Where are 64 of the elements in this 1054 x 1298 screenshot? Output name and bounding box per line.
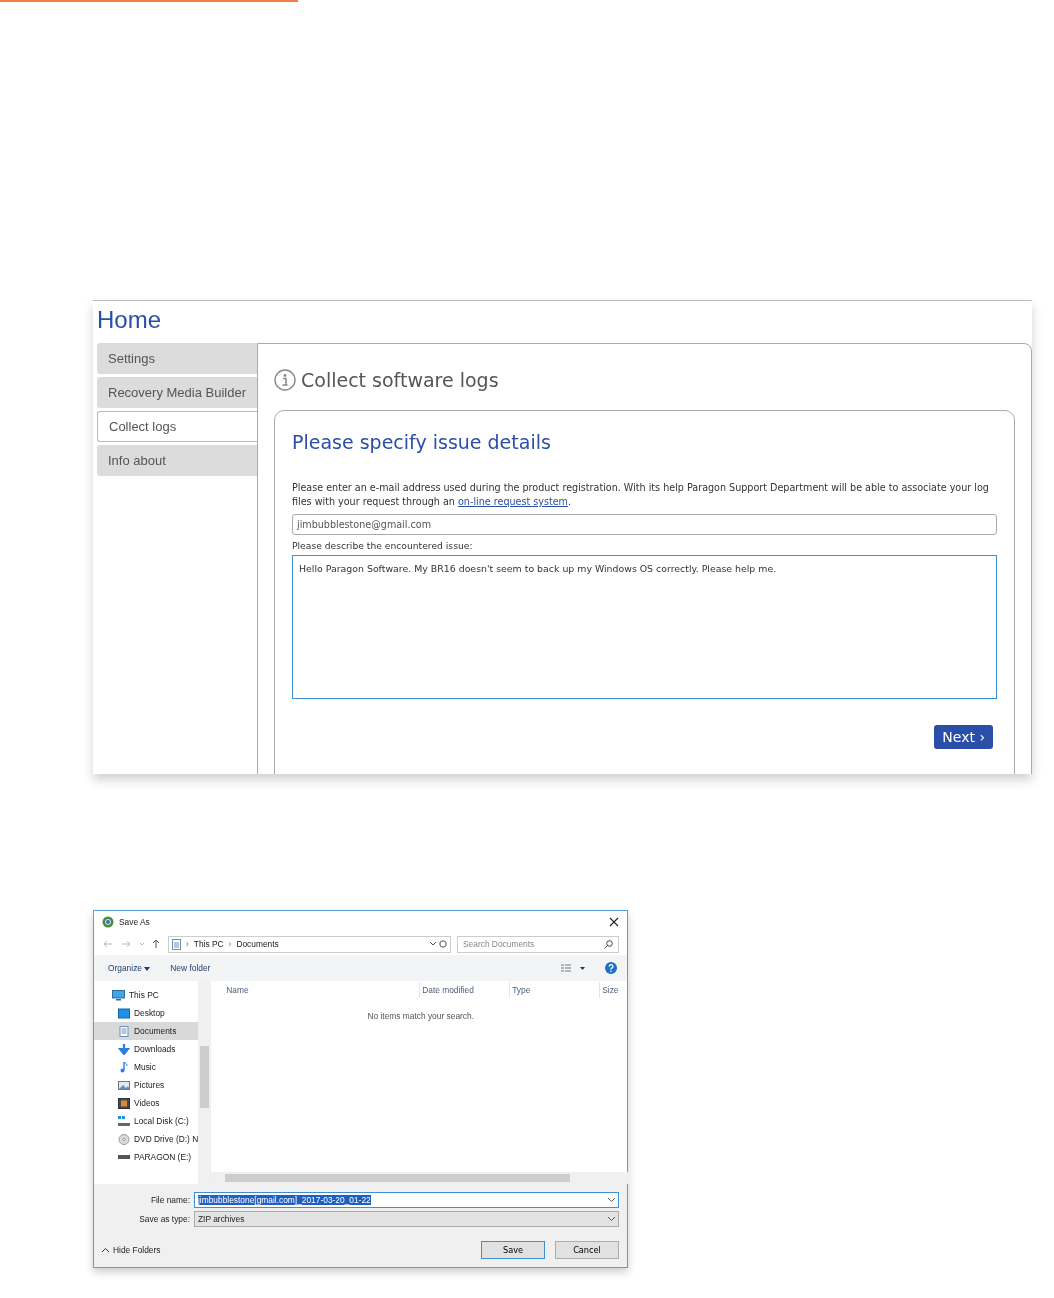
app-icon [102,916,114,928]
form-heading: Please specify issue details [292,431,552,453]
column-header[interactable]: Date modified [420,982,511,998]
intro-text: Please enter an e-mail address used during the product registration. With its help Paragon Support Department will be able to associate your log files with your request through an on-line request system. [292,481,990,509]
hide-folders-button[interactable]: Hide Folders [102,1245,161,1255]
document-icon [118,1025,130,1037]
nav-item[interactable]: This PC [94,986,199,1004]
file-name-label: File name: [149,1195,190,1205]
music-note-icon [118,1061,130,1073]
empty-message: No items match your search. [366,1011,475,1021]
breadcrumb-item[interactable]: This PC [193,939,224,949]
nav-item[interactable]: DVD Drive (D:) N [94,1130,199,1148]
nav-item[interactable]: Local Disk (C:) [94,1112,199,1130]
disc-icon [118,1133,130,1145]
caret-icon [144,967,151,971]
sidebar-tab[interactable]: Recovery Media Builder [97,377,257,408]
drive-icon [118,1155,130,1159]
address-bar[interactable]: › This PC › Documents [168,935,451,953]
page-title: Home [96,305,163,335]
computer-icon [112,989,125,1001]
help-icon[interactable] [605,962,617,974]
save-type-label: Save as type: [138,1214,190,1224]
film-icon [118,1097,130,1109]
info-icon [274,369,296,391]
nav-item[interactable]: Desktop [94,1004,199,1022]
dialog-title: Save As [119,917,151,927]
issue-label: Please describe the encountered issue: [292,540,474,551]
next-button[interactable]: Next › [934,725,993,749]
nav-item[interactable]: Music [94,1058,199,1076]
view-options-icon[interactable] [561,963,585,973]
scrollbar[interactable] [198,981,211,1184]
nav-item[interactable]: Documents [94,1022,199,1040]
dialog-button[interactable]: Save [481,1241,545,1259]
breadcrumb-item[interactable]: Documents [236,939,279,949]
search-field[interactable]: Search Documents [457,935,619,953]
drive-icon [118,1115,130,1127]
desktop-icon [118,1007,130,1019]
email-field[interactable]: jimbubblestone@gmail.com [292,514,997,535]
picture-icon [118,1079,130,1091]
panel-title: Collect software logs [301,369,499,391]
request-system-link[interactable]: on-line request system [457,496,568,507]
refresh-icon[interactable] [429,939,447,949]
close-icon[interactable] [609,917,619,927]
file-name-field[interactable]: jimbubblestone[gmail.com]_2017-03-20_01-22 [194,1192,619,1208]
search-icon [604,939,613,949]
download-arrow-icon [118,1043,130,1055]
nav-item[interactable]: Videos [94,1094,199,1112]
column-header[interactable]: Type [510,982,601,998]
nav-item[interactable]: Pictures [94,1076,199,1094]
organize-menu[interactable]: Organize [108,963,151,973]
save-type-dropdown[interactable]: ZIP archives [194,1211,619,1227]
scrollbar[interactable] [211,1172,631,1184]
nav-item[interactable]: Downloads [94,1040,199,1058]
document-icon [172,938,181,950]
dialog-button[interactable]: Cancel [555,1241,619,1259]
issue-field[interactable]: Hello Paragon Software. My BR16 doesn't seem to back up my Windows OS correctly. Please help me. [292,555,997,699]
new-folder-button[interactable]: New folder [170,963,211,973]
sidebar-tab[interactable]: Collect logs [97,411,257,442]
sidebar-tab[interactable]: Settings [97,343,257,374]
column-header[interactable]: Size [600,982,631,998]
nav-item[interactable]: PARAGON (E:) [94,1148,199,1166]
column-header[interactable]: Name [224,982,421,998]
sidebar-tab[interactable]: Info about [97,445,257,476]
chevron-up-icon [102,1248,109,1252]
